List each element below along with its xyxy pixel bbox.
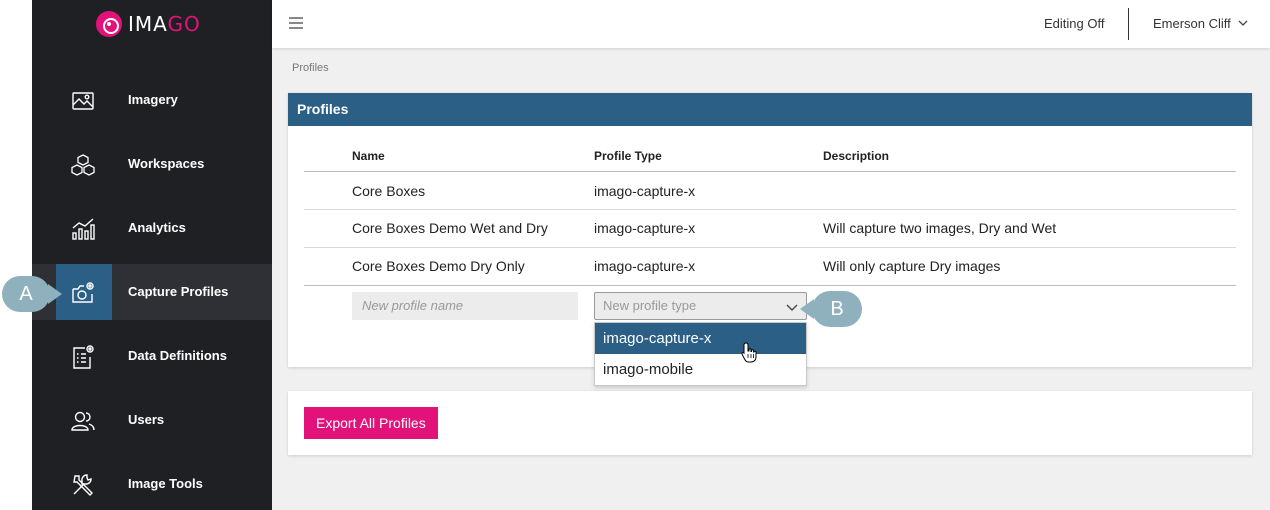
sidebar-item-data-definitions[interactable]: Data Definitions — [32, 328, 272, 384]
image-icon — [72, 92, 94, 110]
chevron-down-icon[interactable] — [1236, 16, 1250, 30]
callout-a: A — [2, 276, 62, 312]
row-1-name[interactable]: Core Boxes — [352, 183, 425, 199]
sidebar-item-image-tools[interactable]: Image Tools — [32, 456, 272, 510]
new-profile-name-input[interactable]: New profile name — [352, 292, 578, 320]
topbar-divider — [1128, 8, 1129, 40]
row-3-description: Will only capture Dry images — [823, 258, 1001, 274]
new-profile-type-select[interactable]: New profile type — [594, 292, 807, 320]
type-select-placeholder: New profile type — [603, 298, 697, 313]
camera-settings-icon — [72, 282, 94, 303]
main-content: Profiles Profiles Name Profile Type Desc… — [272, 48, 1270, 510]
sidebar-item-label: Capture Profiles — [128, 284, 229, 299]
sidebar-item-imagery[interactable]: Imagery — [32, 72, 272, 128]
logo-mark-icon — [96, 11, 122, 37]
row-1-type: imago-capture-x — [594, 183, 696, 199]
row-3-name[interactable]: Core Boxes Demo Dry Only — [352, 258, 525, 274]
row-2-name[interactable]: Core Boxes Demo Wet and Dry — [352, 220, 548, 236]
export-all-profiles-button[interactable]: Export All Profiles — [304, 407, 438, 439]
users-icon — [71, 411, 95, 431]
row-divider — [304, 247, 1236, 248]
imago-logo[interactable]: IMAGO — [96, 10, 201, 38]
row-2-description: Will capture two images, Dry and Wet — [823, 220, 1057, 236]
dropdown-option-imago-mobile[interactable]: imago-mobile — [595, 354, 806, 385]
top-bar: Editing Off Emerson Cliff — [272, 0, 1270, 48]
row-divider — [304, 209, 1236, 210]
row-3-type: imago-capture-x — [594, 258, 696, 274]
chevron-down-icon — [786, 304, 798, 311]
user-menu[interactable]: Emerson Cliff — [1153, 0, 1231, 48]
breadcrumb[interactable]: Profiles — [292, 62, 329, 74]
sidebar-item-capture-profiles[interactable]: Capture Profiles — [32, 264, 272, 320]
sidebar-item-workspaces[interactable]: Workspaces — [32, 136, 272, 192]
column-header-profile-type: Profile Type — [594, 149, 662, 163]
hamburger-menu-icon[interactable] — [289, 17, 303, 29]
tools-icon — [73, 474, 93, 496]
profiles-panel: Profiles Name Profile Type Description C… — [288, 93, 1252, 386]
list-settings-icon — [73, 345, 94, 369]
sidebar-item-label: Image Tools — [128, 476, 203, 491]
export-panel: Export All Profiles — [288, 391, 1252, 455]
sidebar-item-label: Analytics — [128, 220, 186, 235]
column-header-description: Description — [823, 149, 890, 163]
sidebar-item-label: Imagery — [128, 92, 178, 107]
sidebar-item-label: Users — [128, 412, 165, 427]
callout-b: B — [800, 291, 862, 327]
header-divider — [304, 171, 1236, 172]
sidebar-item-analytics[interactable]: Analytics — [32, 200, 272, 256]
row-divider — [304, 285, 1236, 286]
column-header-name: Name — [352, 149, 385, 163]
sidebar: IMAGO Imagery Workspaces Analytics Captu… — [32, 0, 272, 510]
sidebar-item-label: Workspaces — [128, 156, 205, 171]
logo-text: IMAGO — [128, 12, 201, 36]
cubes-icon — [71, 154, 95, 176]
sidebar-item-label: Data Definitions — [128, 348, 227, 363]
editing-toggle[interactable]: Editing Off — [1044, 0, 1104, 48]
sidebar-item-users[interactable]: Users — [32, 392, 272, 448]
row-2-type: imago-capture-x — [594, 220, 696, 236]
panel-title: Profiles — [288, 93, 1252, 126]
hand-cursor-icon — [741, 342, 757, 363]
dropdown-option-imago-capture-x[interactable]: imago-capture-x — [595, 323, 806, 354]
chart-icon — [72, 218, 95, 240]
profile-type-dropdown: imago-capture-x imago-mobile — [594, 322, 807, 386]
